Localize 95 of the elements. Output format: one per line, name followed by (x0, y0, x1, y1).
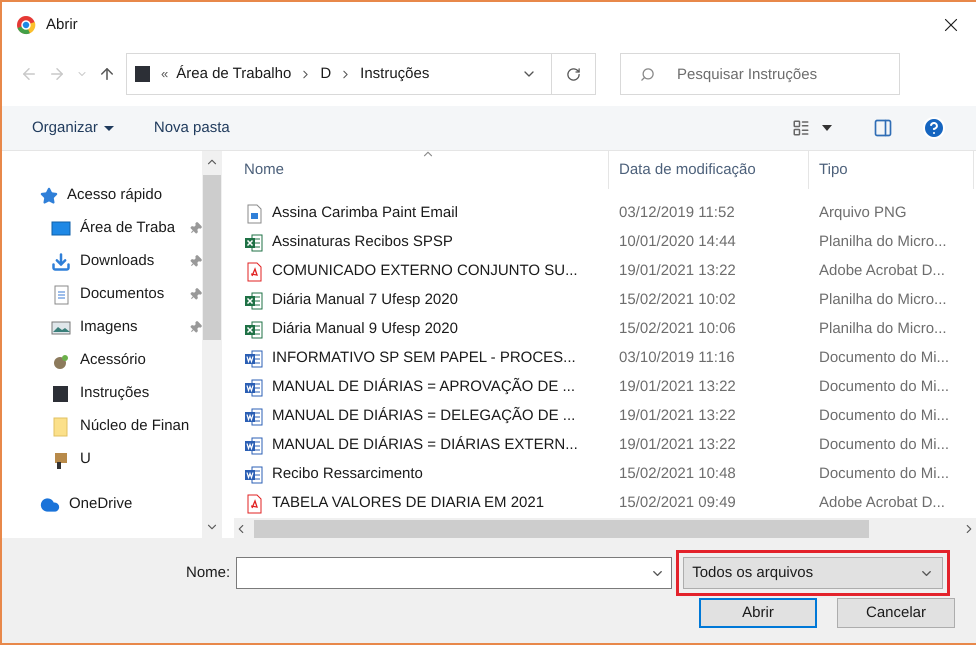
column-header[interactable]: Data de modificação (609, 151, 809, 189)
desktop-icon (51, 218, 71, 238)
column-header[interactable]: Nome (234, 151, 609, 189)
file-name-field[interactable] (236, 557, 672, 589)
scrollbar-thumb[interactable] (254, 520, 869, 538)
sidebar-item[interactable]: U (40, 443, 202, 476)
file-row[interactable]: Assinaturas Recibos SPSP 10/01/2020 14:44 Planilha do Micro... (234, 228, 976, 257)
sidebar-item[interactable]: Acessório (40, 344, 202, 377)
folder-icon (51, 384, 71, 404)
modified-date: 15/02/2021 10:06 (618, 319, 737, 340)
modified-date: 15/02/2021 10:02 (618, 290, 737, 310)
sidebar-item[interactable]: Documentos (40, 278, 202, 311)
star-icon (40, 186, 58, 204)
file-name: Assina Carimba Paint Email (272, 203, 458, 224)
modified-date: 15/02/2021 10:48 (618, 464, 737, 484)
modified-date: 19/01/2021 13:22 (618, 435, 737, 456)
modified-date: 19/01/2021 13:22 (618, 406, 737, 426)
file-type: Documento do Mi... (818, 377, 950, 398)
file-type: Arquivo PNG (818, 203, 908, 224)
spreadsheet-file-icon (244, 320, 264, 340)
horizontal-scrollbar[interactable] (234, 518, 976, 540)
dialog-button[interactable]: Abrir (699, 598, 817, 628)
breadcrumb-item[interactable]: D (320, 62, 332, 86)
new-folder-button[interactable]: Nova pasta (154, 116, 230, 140)
modified-date: 03/10/2019 11:16 (618, 348, 736, 368)
file-name: MANUAL DE DIÁRIAS = DELEGAÇÃO DE ... (272, 406, 576, 426)
file-row[interactable]: MANUAL DE DIÁRIAS = DELEGAÇÃO DE ... 19/01/2021 13:22 Documento do Mi... (234, 402, 976, 431)
up-icon[interactable] (98, 65, 116, 83)
file-name: TABELA VALORES DE DIARIA EM 2021 (272, 493, 544, 514)
breadcrumb-item[interactable]: Instruções (360, 62, 430, 86)
breadcrumb-item[interactable]: Área de Trabalho (176, 62, 292, 86)
modified-date: 19/01/2021 13:22 (618, 261, 737, 282)
file-name: Diária Manual 7 Ufesp 2020 (272, 290, 458, 310)
scrollbar-thumb[interactable] (203, 175, 221, 340)
file-name: MANUAL DE DIÁRIAS = DIÁRIAS EXTERN... (272, 435, 578, 456)
file-type-dropdown[interactable]: Todos os arquivos (683, 557, 944, 589)
file-row[interactable]: COMUNICADO EXTERNO CONJUNTO SU... 19/01/2021 13:22 Adobe Acrobat D... (234, 257, 976, 286)
refresh-icon (566, 66, 581, 82)
file-name-label: Nome: (186, 562, 230, 583)
address-bar[interactable]: « Área de Trabalho D Instruções (126, 53, 596, 95)
file-type: Planilha do Micro... (818, 232, 948, 252)
column-header[interactable]: Tipo (809, 151, 974, 189)
file-type: Documento do Mi... (818, 348, 950, 368)
spreadsheet-file-icon (244, 232, 264, 252)
word-file-icon (244, 406, 264, 426)
dialog-button[interactable]: Cancelar (837, 598, 955, 628)
file-type: Adobe Acrobat D... (818, 261, 946, 282)
file-type: Documento do Mi... (818, 406, 950, 426)
file-name: Diária Manual 9 Ufesp 2020 (272, 319, 458, 340)
browser-logo-icon (16, 15, 36, 35)
word-file-icon (244, 436, 264, 456)
help-icon[interactable] (922, 116, 946, 140)
file-name: COMUNICADO EXTERNO CONJUNTO SU... (272, 261, 578, 282)
organize-button[interactable]: Organizar (32, 116, 114, 140)
file-type: Planilha do Micro... (818, 290, 948, 310)
spreadsheet-file-icon (244, 290, 264, 310)
sidebar-item[interactable]: Instruções (40, 377, 202, 410)
download-icon (51, 252, 71, 272)
file-name: MANUAL DE DIÁRIAS = APROVAÇÃO DE ... (272, 376, 575, 398)
word-file-icon (244, 378, 264, 398)
file-row[interactable]: MANUAL DE DIÁRIAS = APROVAÇÃO DE ... 19/01/2021 13:22 Documento do Mi... (234, 373, 976, 402)
file-row[interactable]: Diária Manual 9 Ufesp 2020 15/02/2021 10:06 Planilha do Micro... (234, 315, 976, 344)
file-type: Adobe Acrobat D... (818, 493, 946, 514)
file-row[interactable]: Diária Manual 7 Ufesp 2020 15/02/2021 10:02 Planilha do Micro... (234, 286, 976, 315)
search-icon (640, 67, 655, 82)
modified-date: 15/02/2021 09:49 (618, 493, 737, 514)
view-caret-icon[interactable] (822, 125, 832, 131)
file-type: Documento do Mi... (818, 435, 950, 456)
modified-date: 03/12/2019 11:52 (618, 203, 736, 224)
sidebar-item[interactable]: Imagens (40, 311, 202, 344)
file-name: INFORMATIVO SP SEM PAPEL - PROCES... (272, 348, 576, 368)
sidebar-item[interactable]: Área de Traba (40, 212, 202, 245)
window-title: Abrir (46, 14, 78, 35)
sidebar-item[interactable]: Acesso rápido (40, 179, 202, 212)
file-name: Assinaturas Recibos SPSP (272, 232, 453, 252)
file-type: Documento do Mi... (818, 464, 950, 484)
word-file-icon (244, 464, 264, 484)
sidebar-item[interactable]: OneDrive (40, 488, 202, 521)
file-row[interactable]: TABELA VALORES DE DIARIA EM 2021 15/02/2021 09:49 Adobe Acrobat D... (234, 489, 976, 518)
overflow-chevron-icon[interactable]: « (161, 64, 168, 84)
sidebar-item[interactable]: Downloads (40, 245, 202, 278)
file-row[interactable]: INFORMATIVO SP SEM PAPEL - PROCES... 03/10/2019 11:16 Documento do Mi... (234, 344, 976, 373)
file-row[interactable]: MANUAL DE DIÁRIAS = DIÁRIAS EXTERN... 19/01/2021 13:22 Documento do Mi... (234, 431, 976, 460)
file-row[interactable]: Assina Carimba Paint Email 03/12/2019 11:52 Arquivo PNG (234, 199, 976, 228)
folder-icon (133, 64, 153, 84)
modified-date: 19/01/2021 13:22 (618, 377, 737, 398)
file-row[interactable]: Recibo Ressarcimento 15/02/2021 10:48 Documento do Mi... (234, 460, 976, 489)
search-field[interactable]: Pesquisar Instruções (620, 53, 900, 95)
sidebar-item[interactable]: Núcleo de Finan (40, 410, 202, 443)
vertical-scrollbar[interactable] (202, 151, 222, 538)
preview-pane-icon[interactable] (872, 118, 894, 138)
file-name: Recibo Ressarcimento (272, 464, 423, 484)
modified-date: 10/01/2020 14:44 (618, 232, 737, 252)
file-type: Planilha do Micro... (818, 319, 948, 340)
word-file-icon (244, 348, 264, 368)
